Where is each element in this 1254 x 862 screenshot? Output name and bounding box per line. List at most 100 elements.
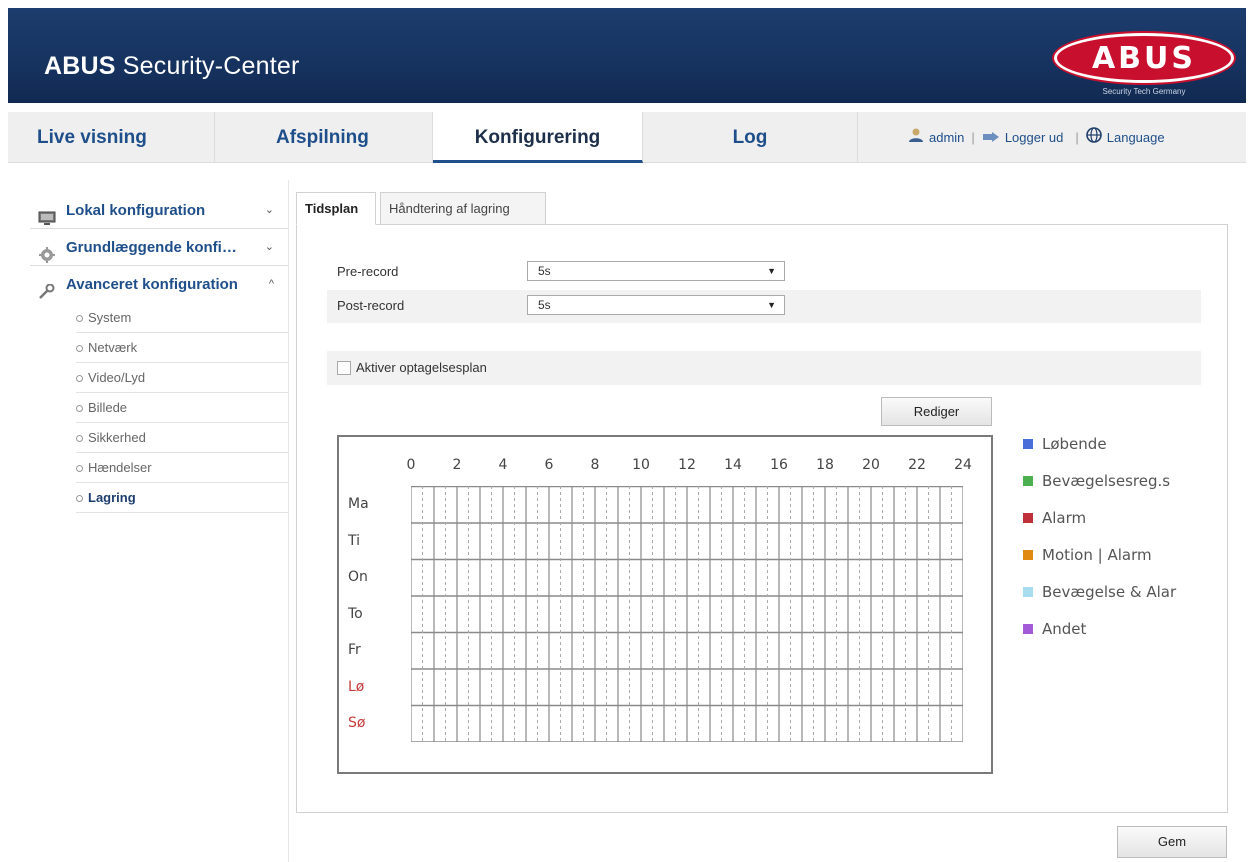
sidebar-section-local-config[interactable]: Lokal konfiguration ⌄ [30, 192, 288, 229]
hour-label: 18 [816, 457, 834, 473]
language-link[interactable]: Language [1107, 130, 1165, 145]
username[interactable]: admin [929, 130, 964, 145]
sidebar-section-label: Lokal konfiguration [66, 202, 206, 219]
bullet-icon [76, 465, 83, 472]
legend-label: Bevægelse & Alar [1042, 583, 1177, 601]
sidebar-item-label: Sikkerhed [88, 430, 146, 445]
legend-label: Motion | Alarm [1042, 546, 1152, 564]
sidebar-item-events[interactable]: Hændelser [76, 453, 288, 483]
gear-icon [38, 240, 56, 263]
hour-label: 20 [862, 457, 880, 473]
hour-label: 10 [632, 457, 650, 473]
legend-item: Bevægelsesreg.s [1023, 472, 1170, 490]
pre-record-label: Pre-record [337, 264, 399, 279]
sidebar-subitems: System Netværk Video/Lyd Billede Sikkerh… [76, 303, 288, 513]
day-label: On [348, 569, 368, 585]
sidebar-section-label: Avanceret konfiguration [66, 276, 238, 293]
user-icon [908, 113, 924, 164]
hour-label: 0 [406, 457, 416, 473]
day-label: Sø [348, 715, 366, 731]
edit-button[interactable]: Rediger [881, 397, 992, 426]
hour-label: 4 [498, 457, 508, 473]
sidebar-item-label: Lagring [88, 490, 136, 505]
day-label: Fr [348, 642, 361, 658]
sidebar-item-label: Netværk [88, 340, 138, 355]
sidebar-item-image[interactable]: Billede [76, 393, 288, 423]
legend-swatch [1023, 624, 1033, 634]
sidebar-item-storage[interactable]: Lagring [76, 483, 288, 513]
sidebar-item-security[interactable]: Sikkerhed [76, 423, 288, 453]
enable-schedule-row: Aktiver optagelsesplan [327, 351, 1201, 385]
sidebar-section-label: Grundlæggende konfi… [66, 239, 237, 256]
tab-configuration[interactable]: Konfigurering [433, 112, 643, 163]
logout-link[interactable]: Logger ud [1005, 130, 1064, 145]
legend-label: Andet [1042, 620, 1087, 638]
chevron-down-icon: ⌄ [264, 241, 274, 253]
monitor-icon [38, 203, 56, 225]
dropdown-arrow-icon: ▼ [767, 266, 776, 276]
post-record-value: 5s [538, 298, 551, 312]
hour-label: 16 [770, 457, 788, 473]
sidebar-item-system[interactable]: System [76, 303, 288, 333]
hour-label: 2 [452, 457, 462, 473]
tab-playback[interactable]: Afspilning [215, 112, 433, 163]
bullet-icon [76, 495, 83, 502]
day-label: Ma [348, 496, 369, 512]
day-label: Ti [348, 532, 361, 549]
schedule-grid[interactable]: 0 2 4 6 8 10 12 14 16 18 20 22 24 Ma Ti On To Fr Lø Sø [337, 435, 993, 774]
user-menu: admin | Logger ud | Language [908, 112, 1165, 163]
legend-label: Bevægelsesreg.s [1042, 472, 1171, 490]
chevron-down-icon: ⌄ [264, 204, 274, 216]
legend-swatch [1023, 513, 1033, 523]
legend-item: Andet [1023, 620, 1086, 638]
post-record-row: Post-record 5s ▼ [327, 290, 1201, 323]
legend-swatch [1023, 550, 1033, 560]
hour-label: 12 [678, 457, 696, 473]
save-button[interactable]: Gem [1117, 826, 1227, 858]
app-header: ABUS Security-Center ABUS Security Tech … [8, 8, 1246, 103]
tab-storage-management[interactable]: Håndtering af lagring [380, 192, 546, 225]
tab-schedule[interactable]: Tidsplan [296, 192, 376, 225]
legend-item: Motion | Alarm [1023, 546, 1152, 564]
dropdown-arrow-icon: ▼ [767, 300, 776, 310]
sidebar-item-label: Billede [88, 400, 128, 415]
sidebar-divider [288, 180, 289, 862]
globe-icon [1085, 113, 1102, 164]
hour-label: 22 [908, 457, 926, 473]
chevron-up-icon: ^ [268, 278, 274, 290]
schedule-panel: Pre-record 5s ▼ Post-record 5s ▼ Aktiver o… [296, 224, 1228, 813]
logout-icon [982, 113, 1000, 164]
hour-label: 14 [724, 457, 742, 473]
pre-record-value: 5s [538, 264, 551, 278]
pre-record-select[interactable]: 5s ▼ [527, 261, 785, 281]
tab-log[interactable]: Log [643, 112, 858, 163]
wrench-icon [38, 277, 56, 299]
legend-label: Løbende [1042, 435, 1107, 453]
bullet-icon [76, 315, 83, 322]
sidebar-section-advanced-config[interactable]: Avanceret konfiguration ^ [30, 266, 288, 303]
sidebar-item-video-audio[interactable]: Video/Lyd [76, 363, 288, 393]
legend-item: Alarm [1023, 509, 1086, 527]
legend-item: Løbende [1023, 435, 1107, 453]
schedule-timeline[interactable] [411, 486, 963, 742]
pre-record-row: Pre-record 5s ▼ [327, 256, 1201, 289]
hour-label: 24 [954, 457, 972, 473]
sidebar-item-network[interactable]: Netværk [76, 333, 288, 363]
hour-label: 6 [544, 457, 554, 473]
logo-text: ABUS [1091, 41, 1197, 76]
enable-schedule-label: Aktiver optagelsesplan [356, 360, 487, 375]
sidebar-item-label: Hændelser [88, 460, 152, 475]
abus-logo: ABUS Security Tech Germany [1054, 33, 1234, 101]
bullet-icon [76, 345, 83, 352]
enable-schedule-checkbox[interactable] [337, 361, 351, 375]
sidebar-section-basic-config[interactable]: Grundlæggende konfi… ⌄ [30, 229, 288, 266]
sidebar-item-label: System [88, 310, 132, 325]
sidebar: Lokal konfiguration ⌄ Grundlæggende konf… [30, 192, 288, 513]
day-label: Lø [348, 678, 365, 695]
logo-subtitle: Security Tech Germany [1102, 87, 1186, 96]
legend-swatch [1023, 587, 1033, 597]
tab-live-view[interactable]: Live visning [8, 112, 215, 163]
post-record-select[interactable]: 5s ▼ [527, 295, 785, 315]
app-title: ABUS Security-Center [44, 52, 300, 80]
hour-label: 8 [590, 457, 600, 473]
